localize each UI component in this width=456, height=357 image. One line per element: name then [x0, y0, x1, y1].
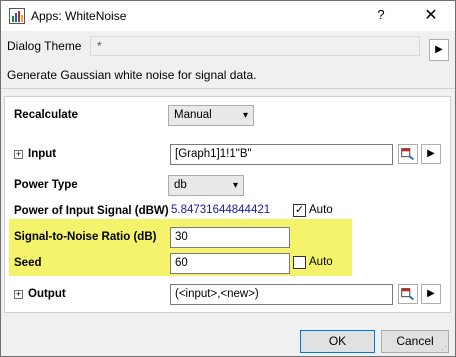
recalculate-dropdown[interactable]: Manual ▾: [168, 105, 254, 126]
seed-input[interactable]: 60: [170, 253, 290, 274]
seed-auto-checkbox[interactable]: [293, 256, 306, 269]
chevron-down-icon: ▾: [242, 110, 248, 121]
input-select-range-icon[interactable]: [398, 144, 418, 164]
snr-label: Signal-to-Noise Ratio (dB): [14, 231, 157, 243]
theme-menu-arrow-icon[interactable]: ▶: [429, 39, 449, 61]
power-auto-label: Auto: [309, 204, 333, 216]
input-menu-arrow-icon[interactable]: ▶: [421, 144, 441, 164]
power-type-value: db: [174, 179, 187, 191]
cancel-button[interactable]: Cancel: [381, 330, 449, 353]
snr-input[interactable]: 30: [170, 227, 290, 248]
output-menu-arrow-icon[interactable]: ▶: [421, 284, 441, 304]
dialog-theme-field[interactable]: *: [90, 36, 420, 56]
title-bar: Apps: WhiteNoise ? ✕: [1, 1, 455, 31]
input-field[interactable]: [Graph1]1!1"B": [170, 144, 393, 165]
resize-grip-icon[interactable]: ⋰: [441, 341, 450, 352]
dialog-theme-label: Dialog Theme: [7, 39, 82, 53]
recalculate-label: Recalculate: [14, 109, 78, 121]
help-icon[interactable]: ?: [371, 7, 391, 25]
output-expand-icon[interactable]: +: [14, 290, 23, 299]
power-auto-checkbox[interactable]: ✓: [293, 204, 306, 217]
app-icon: [9, 8, 25, 24]
power-signal-value: 5.84731644844421: [171, 204, 271, 216]
input-expand-icon[interactable]: +: [14, 150, 23, 159]
power-type-dropdown[interactable]: db ▾: [168, 175, 244, 196]
dialog-description: Generate Gaussian white noise for signal…: [7, 68, 257, 82]
input-label: Input: [28, 148, 57, 160]
window-title: Apps: WhiteNoise: [31, 9, 127, 23]
seed-auto-label: Auto: [309, 256, 333, 268]
divider: [1, 88, 455, 89]
close-icon[interactable]: ✕: [419, 5, 443, 27]
chevron-down-icon: ▾: [232, 180, 238, 191]
recalculate-value: Manual: [174, 109, 212, 121]
output-select-range-icon[interactable]: [398, 284, 418, 304]
power-signal-label: Power of Input Signal (dBW): [14, 205, 169, 217]
dialog-window: Apps: WhiteNoise ? ✕ Dialog Theme * ▶ Ge…: [0, 0, 456, 357]
seed-label: Seed: [14, 257, 42, 269]
output-field[interactable]: (<input>,<new>): [170, 284, 393, 305]
power-type-label: Power Type: [14, 179, 78, 191]
checkbox-check-icon: ✓: [294, 204, 305, 216]
output-label: Output: [28, 288, 66, 300]
ok-button[interactable]: OK: [300, 330, 375, 353]
